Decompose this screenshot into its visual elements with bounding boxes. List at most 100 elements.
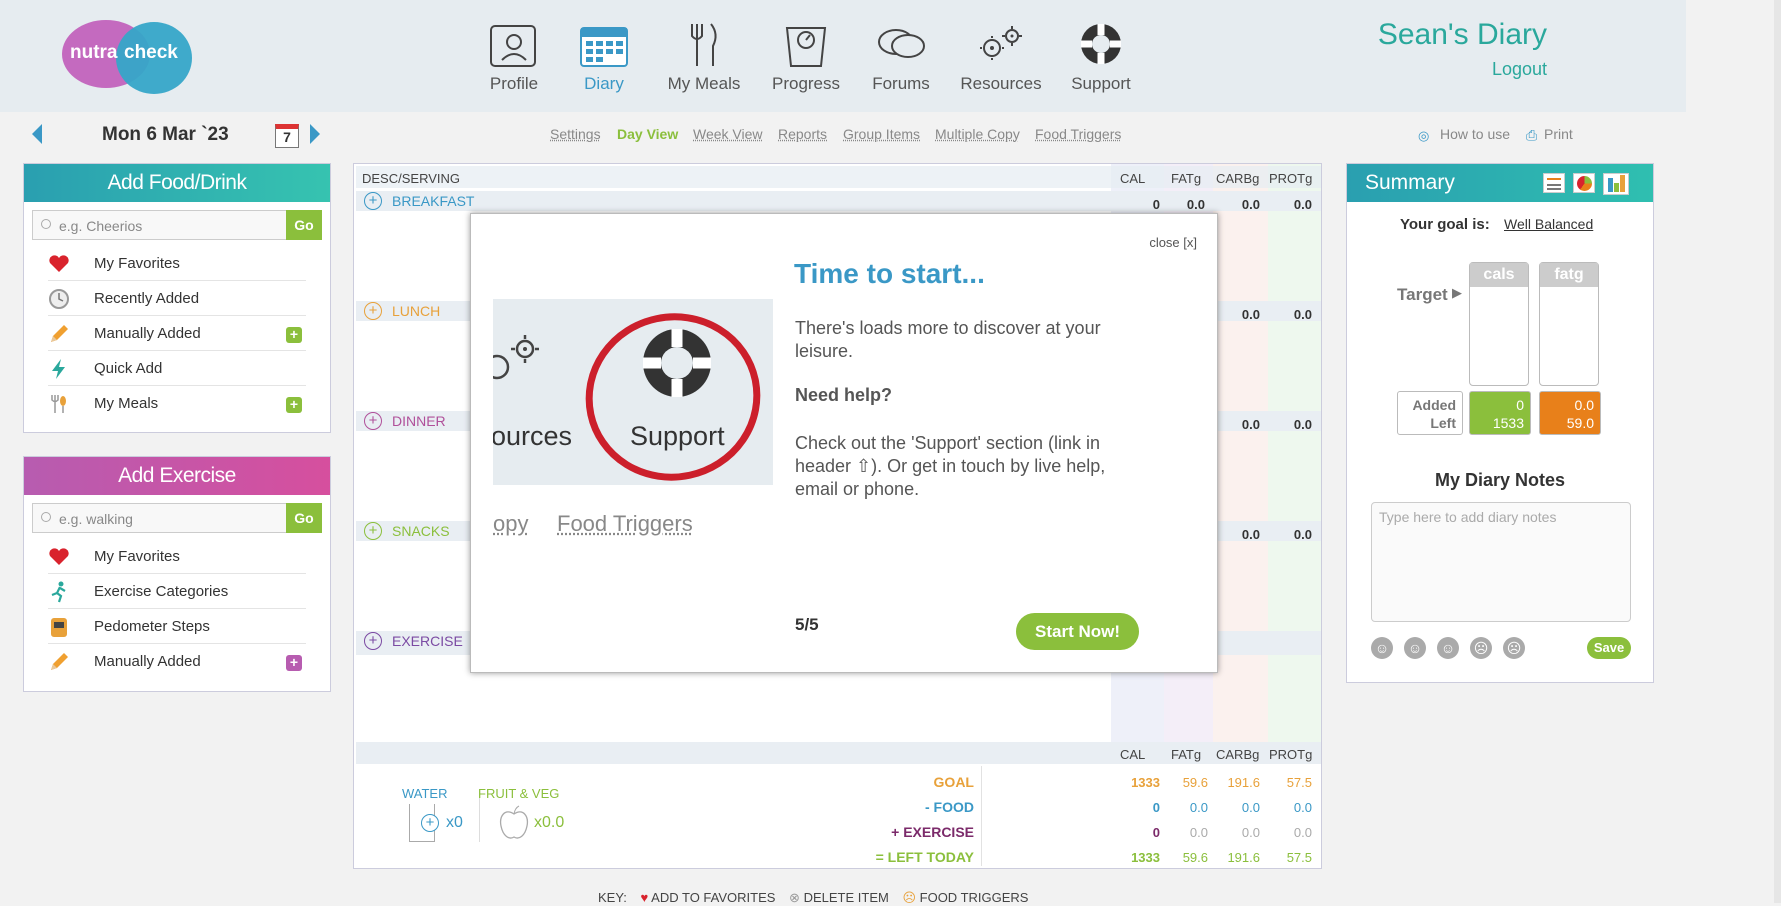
exercise-pedometer-steps[interactable]: Pedometer Steps (48, 609, 306, 644)
food-quick-add[interactable]: Quick Add (48, 351, 306, 386)
add-plus-icon[interactable]: + (286, 327, 302, 343)
dialog-paragraph-2: Check out the 'Support' section (link in… (795, 433, 1106, 499)
start-now-button[interactable]: Start Now! (1016, 613, 1139, 650)
list-item-label: My Favorites (94, 255, 180, 272)
water-glass-icon[interactable]: + (409, 804, 439, 842)
tab-week-view[interactable]: Week View (693, 126, 763, 142)
added-left-legend: Added Left (1397, 391, 1463, 435)
header-prot: PROTg (1269, 171, 1313, 186)
nav-resources[interactable]: Resources (955, 20, 1047, 94)
exercise-categories[interactable]: Exercise Categories (48, 574, 306, 609)
nav-support[interactable]: Support (1055, 20, 1147, 94)
list-view-icon[interactable] (1543, 173, 1565, 193)
food-prot: 0.0 (1293, 800, 1312, 815)
food-my-favorites[interactable]: My Favorites (48, 246, 306, 281)
scale-icon (785, 27, 827, 67)
nutracheck-logo[interactable]: nutra check (62, 18, 192, 94)
add-snacks-plus-icon[interactable]: + (364, 522, 382, 540)
gears-icon (493, 335, 539, 380)
how-to-use-link[interactable]: How to use (1440, 126, 1510, 142)
tab-settings[interactable]: Settings (550, 126, 601, 142)
apple-icon[interactable] (497, 804, 531, 842)
meal-label: LUNCH (392, 303, 441, 319)
food-manually-added[interactable]: Manually Added + (48, 316, 306, 351)
snacks-carb: 0.0 (1293, 527, 1312, 542)
tab-reports[interactable]: Reports (778, 126, 827, 142)
nav-diary[interactable]: Diary (558, 20, 650, 94)
water-label: WATER (402, 786, 448, 801)
very-happy-face-icon[interactable]: ☺ (1371, 637, 1393, 659)
food-my-meals[interactable]: My Meals + (48, 386, 306, 421)
exercise-manually-added[interactable]: Manually Added + (48, 644, 306, 679)
next-day-arrow-icon[interactable] (310, 124, 320, 144)
list-item-label: My Meals (94, 395, 159, 412)
pedometer-icon (51, 618, 67, 637)
close-dialog-button[interactable]: close [x] (1149, 235, 1197, 250)
print-link[interactable]: Print (1544, 126, 1573, 142)
previous-day-arrow-icon[interactable] (32, 124, 42, 144)
image-support-text: Support (630, 421, 725, 451)
food-recently-added[interactable]: Recently Added (48, 281, 306, 316)
diary-notes-textarea[interactable]: Type here to add diary notes (1371, 502, 1631, 622)
nav-profile[interactable]: Profile (468, 20, 560, 94)
header-cal: CAL (1120, 171, 1146, 186)
tab-multiple-copy[interactable]: Multiple Copy (935, 126, 1020, 142)
calendar-icon[interactable]: 7 (275, 124, 299, 148)
food-search-placeholder: e.g. Cheerios (59, 218, 143, 234)
pencil-icon (51, 653, 68, 670)
add-exercise-plus-icon[interactable]: + (364, 632, 382, 650)
lightning-icon (52, 359, 65, 379)
prot-column (1268, 164, 1321, 764)
neutral-face-icon[interactable]: ☺ (1437, 637, 1459, 659)
footer-header-fat: FATg (1171, 747, 1202, 762)
exercise-search-input[interactable]: e.g. walking Go (32, 503, 322, 533)
tab-food-triggers[interactable]: Food Triggers (1035, 126, 1121, 142)
current-date: Mon 6 Mar `23 (102, 124, 229, 145)
left-label: Left (1430, 415, 1456, 431)
very-sad-face-icon[interactable]: ☹ (1503, 637, 1525, 659)
speech-bubbles-icon (878, 29, 925, 58)
fat-bar-label: fatg (1540, 263, 1598, 287)
nav-forums[interactable]: Forums (855, 20, 947, 94)
add-food-panel: Add Food/Drink e.g. Cheerios Go My Favor… (23, 163, 331, 433)
nav-label: Profile (489, 74, 539, 93)
scrollbar[interactable] (1774, 0, 1781, 903)
save-notes-button[interactable]: Save (1587, 637, 1631, 659)
bar-chart-icon[interactable] (1603, 173, 1629, 195)
dialog-page-indicator: 5/5 (795, 615, 819, 634)
goal-value-link[interactable]: Well Balanced (1504, 216, 1593, 232)
snacks-fat: 0.0 (1241, 527, 1260, 542)
list-item-label: Quick Add (94, 360, 163, 377)
runner-icon (51, 581, 66, 603)
happy-face-icon[interactable]: ☺ (1404, 637, 1426, 659)
nav-my-meals[interactable]: My Meals (658, 20, 750, 94)
add-breakfast-plus-icon[interactable]: + (364, 192, 382, 210)
add-lunch-plus-icon[interactable]: + (364, 302, 382, 320)
total-food-label: - FOOD (925, 799, 974, 815)
search-icon (41, 219, 51, 229)
pie-chart-icon[interactable] (1573, 173, 1595, 193)
left-cal: 1333 (1131, 850, 1160, 865)
breakfast-carb: 0.0 (1241, 197, 1260, 212)
exercise-my-favorites[interactable]: My Favorites (48, 539, 306, 574)
lifebuoy-icon (1081, 24, 1121, 64)
diary-notes-title: My Diary Notes (1434, 470, 1566, 490)
add-plus-icon[interactable]: + (286, 655, 302, 671)
dinner-carb: 0.0 (1293, 417, 1312, 432)
add-water-plus-icon[interactable]: + (421, 814, 439, 832)
food-go-button[interactable]: Go (286, 210, 322, 240)
add-plus-icon[interactable]: + (286, 397, 302, 413)
food-cal: 0 (1152, 800, 1160, 815)
logout-link[interactable]: Logout (1492, 59, 1547, 80)
sad-face-icon[interactable]: ☹ (1470, 637, 1492, 659)
list-item-label: Recently Added (94, 290, 200, 307)
add-dinner-plus-icon[interactable]: + (364, 412, 382, 430)
nav-progress[interactable]: Progress (760, 20, 852, 94)
food-search-input[interactable]: e.g. Cheerios Go (32, 210, 322, 240)
tab-day-view[interactable]: Day View (617, 126, 678, 142)
footer-header-prot: PROTg (1269, 747, 1313, 762)
list-item-label: Manually Added (94, 653, 201, 670)
notes-placeholder: Type here to add diary notes (1379, 509, 1557, 525)
exercise-go-button[interactable]: Go (286, 503, 322, 533)
tab-group-items[interactable]: Group Items (843, 126, 920, 142)
